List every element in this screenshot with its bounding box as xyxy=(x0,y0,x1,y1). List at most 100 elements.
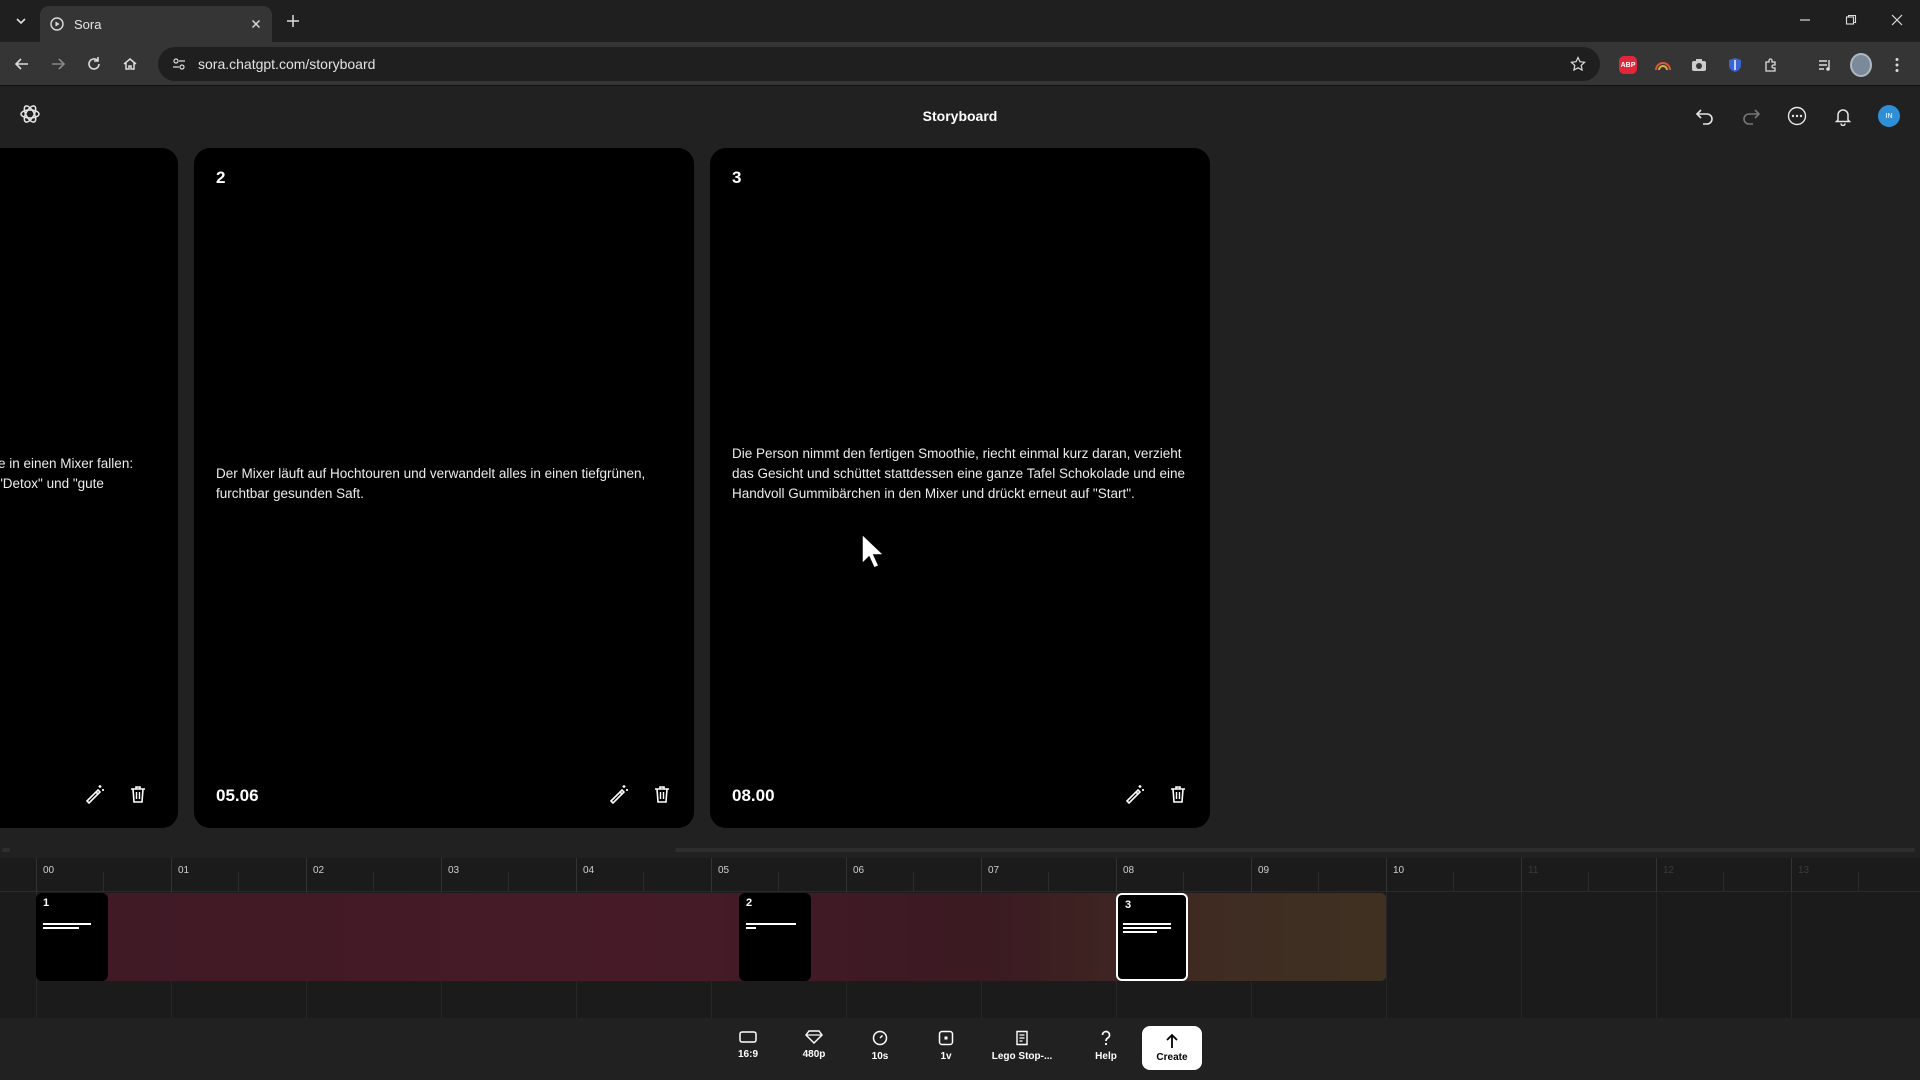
delete-trash-icon[interactable] xyxy=(650,782,674,806)
sora-favicon-icon xyxy=(50,17,64,31)
rainbow-extension-icon[interactable] xyxy=(1652,54,1674,76)
shield-extension-icon[interactable] xyxy=(1724,54,1746,76)
preset-document-icon xyxy=(1014,1030,1030,1046)
ruler-tick xyxy=(1656,858,1657,892)
ruler-tick-minor xyxy=(1588,872,1589,892)
bookmark-star-icon[interactable] xyxy=(1570,56,1586,72)
help-button[interactable]: Help xyxy=(1076,1030,1136,1070)
browser-tab-bar: Sora xyxy=(0,0,1920,42)
resolution-button[interactable]: 480p xyxy=(784,1030,844,1070)
app-header: Storyboard IN xyxy=(0,86,1920,146)
card-prompt-text[interactable]: e in einen Mixer fallen: "Detox" und "gu… xyxy=(0,454,170,494)
ruler-label: 08 xyxy=(1123,865,1135,876)
duration-button[interactable]: 10s xyxy=(850,1030,910,1070)
ruler-label: 00 xyxy=(43,865,55,876)
variations-button[interactable]: 1v xyxy=(916,1030,976,1070)
cards-scrollbar[interactable] xyxy=(675,848,1915,852)
ruler-tick-minor xyxy=(1183,872,1184,892)
ruler-tick xyxy=(36,858,37,892)
storyboard-card-3[interactable]: 3 Die Person nimmt den fertigen Smoothie… xyxy=(710,148,1210,828)
edit-wand-icon[interactable] xyxy=(82,782,106,806)
profile-avatar-icon[interactable] xyxy=(1850,53,1872,77)
extensions-puzzle-icon[interactable] xyxy=(1760,54,1782,76)
ruler-tick xyxy=(1521,858,1522,892)
media-controls-icon[interactable] xyxy=(1814,54,1836,76)
user-avatar[interactable]: IN xyxy=(1877,104,1901,128)
variations-icon xyxy=(938,1030,954,1046)
reload-icon[interactable] xyxy=(82,52,106,76)
tab-search-chevron-icon[interactable] xyxy=(10,10,32,32)
storyboard-card-1[interactable]: e in einen Mixer fallen: "Detox" und "gu… xyxy=(0,148,178,828)
tab-close-icon[interactable] xyxy=(250,18,262,30)
help-label: Help xyxy=(1095,1051,1117,1062)
home-icon[interactable] xyxy=(118,52,142,76)
ruler-tick-minor xyxy=(373,872,374,892)
undo-icon[interactable] xyxy=(1693,104,1717,128)
card-prompt-text[interactable]: Die Person nimmt den fertigen Smoothie, … xyxy=(732,444,1188,504)
edit-wand-icon[interactable] xyxy=(1122,782,1146,806)
card-prompt-text[interactable]: Der Mixer läuft auf Hochtouren und verwa… xyxy=(216,464,672,504)
page-title: Storyboard xyxy=(922,108,998,124)
ruler-tick-minor xyxy=(103,872,104,892)
clip-number: 3 xyxy=(1125,899,1132,911)
address-bar[interactable]: sora.chatgpt.com/storyboard xyxy=(158,47,1600,81)
clip-number: 1 xyxy=(43,897,50,909)
ruler-label: 10 xyxy=(1393,865,1405,876)
timeline[interactable]: 00 01 02 03 04 05 06 07 08 09 10 11 12 1… xyxy=(0,858,1920,1018)
ruler-tick-minor xyxy=(1858,872,1859,892)
ruler-tick xyxy=(981,858,982,892)
cards-scroll-track-left xyxy=(2,848,10,852)
create-button[interactable]: Create xyxy=(1142,1026,1202,1070)
notifications-bell-icon[interactable] xyxy=(1831,104,1855,128)
window-minimize-icon[interactable] xyxy=(1792,8,1818,32)
browser-toolbar: sora.chatgpt.com/storyboard ABP xyxy=(0,42,1920,86)
browser-tab-sora[interactable]: Sora xyxy=(40,6,272,42)
arrow-up-icon xyxy=(1165,1033,1179,1049)
delete-trash-icon[interactable] xyxy=(126,782,150,806)
ruler-tick-minor xyxy=(238,872,239,892)
site-settings-icon[interactable] xyxy=(172,57,186,71)
timeline-clip-2[interactable]: 2 xyxy=(739,893,811,981)
timeline-clip-3[interactable]: 3 xyxy=(1116,893,1188,981)
grid-line xyxy=(1656,892,1657,1018)
camera-extension-icon[interactable] xyxy=(1688,54,1710,76)
ruler-tick xyxy=(441,858,442,892)
clip-text-icon xyxy=(746,923,796,931)
browser-menu-kebab-icon[interactable] xyxy=(1886,54,1908,76)
ruler-tick xyxy=(306,858,307,892)
resolution-label: 480p xyxy=(802,1049,826,1060)
ruler-tick-minor xyxy=(1723,872,1724,892)
timeline-clip-1[interactable]: 1 xyxy=(36,893,108,981)
ruler-tick-minor xyxy=(778,872,779,892)
window-restore-icon[interactable] xyxy=(1838,8,1864,32)
grid-line xyxy=(1521,892,1522,1018)
variations-label: 1v xyxy=(940,1051,952,1062)
card-number: 2 xyxy=(216,168,226,187)
adblock-extension-icon[interactable]: ABP xyxy=(1617,54,1639,76)
window-close-icon[interactable] xyxy=(1884,8,1910,32)
user-avatar-initials: IN xyxy=(1878,105,1900,127)
redo-icon[interactable] xyxy=(1739,104,1763,128)
forward-arrow-icon[interactable] xyxy=(46,52,70,76)
edit-wand-icon[interactable] xyxy=(606,782,630,806)
new-tab-plus-icon[interactable] xyxy=(282,10,304,32)
tab-title: Sora xyxy=(74,16,102,32)
ruler-label: 07 xyxy=(988,865,1000,876)
ruler-tick xyxy=(576,858,577,892)
more-options-icon[interactable] xyxy=(1785,104,1809,128)
preset-button[interactable]: Lego Stop-... xyxy=(992,1030,1052,1070)
delete-trash-icon[interactable] xyxy=(1166,782,1190,806)
clock-icon xyxy=(872,1030,888,1046)
clip-text-icon xyxy=(1123,923,1171,935)
storyboard-card-2[interactable]: 2 Der Mixer läuft auf Hochtouren und ver… xyxy=(194,148,694,828)
ruler-tick xyxy=(171,858,172,892)
ruler-tick xyxy=(846,858,847,892)
ruler-tick-minor xyxy=(1453,872,1454,892)
ruler-tick xyxy=(1791,858,1792,892)
clip-number: 2 xyxy=(746,897,753,909)
back-arrow-icon[interactable] xyxy=(10,52,34,76)
ruler-tick-minor xyxy=(1318,872,1319,892)
ruler-tick-minor xyxy=(508,872,509,892)
aspect-ratio-button[interactable]: 16:9 xyxy=(718,1030,778,1070)
ruler-tick xyxy=(1116,858,1117,892)
